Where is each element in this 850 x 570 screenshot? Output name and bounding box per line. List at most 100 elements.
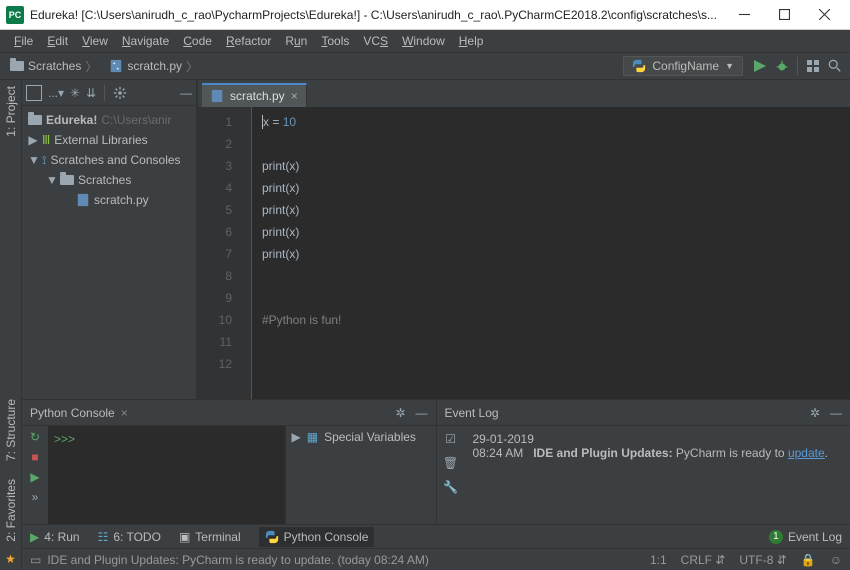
bottom-panels: Python Console × ✲ — ↻ ■ ▶ » (22, 399, 850, 524)
gear-icon[interactable]: ✲ (810, 406, 820, 420)
panel-title: Event Log (445, 406, 499, 420)
gear-icon[interactable] (113, 86, 127, 100)
folder-icon (60, 175, 74, 185)
event-link[interactable]: update (788, 446, 825, 460)
expand-icon[interactable]: ▶ (28, 133, 38, 147)
tool-structure[interactable]: 7: Structure (4, 393, 18, 467)
python-icon (265, 530, 279, 544)
tree-label: External Libraries (54, 133, 147, 147)
eventlog-content[interactable]: 29-01-2019 08:24 AM IDE and Plugin Updat… (465, 426, 850, 524)
event-badge: 1 (769, 530, 783, 544)
more-icon[interactable]: » (32, 490, 39, 504)
trash-icon[interactable]: 🗑 (443, 456, 458, 470)
check-icon[interactable]: ☑ (445, 432, 456, 446)
menu-vcs[interactable]: VCS (357, 32, 394, 50)
tool-run[interactable]: ▶4: Run (30, 530, 80, 544)
search-everywhere-button[interactable] (824, 55, 846, 77)
tree-label: Scratches and Consoles (50, 153, 180, 167)
debug-button[interactable] (771, 55, 793, 77)
maximize-button[interactable] (764, 1, 804, 29)
collapse-icon[interactable]: ▼ (46, 173, 56, 187)
python-icon (632, 59, 646, 73)
run-icon[interactable]: ▶ (30, 470, 39, 484)
rerun-icon[interactable]: ↻ (30, 430, 40, 444)
wrench-icon[interactable]: 🔧 (443, 480, 458, 494)
tree-row[interactable]: ▶ Ⅲ External Libraries (22, 130, 196, 150)
status-caret-pos[interactable]: 1:1 (650, 553, 667, 567)
project-dropdown-icon[interactable]: ...▾ (48, 86, 64, 100)
tool-python-console[interactable]: Python Console (259, 527, 375, 547)
tool-favorites[interactable]: 2: Favorites (4, 473, 18, 548)
collapse-icon[interactable]: ⇊ (86, 86, 96, 100)
run-config-dropdown[interactable]: ConfigName ▼ (623, 56, 743, 76)
minimize-button[interactable] (724, 1, 764, 29)
chevron-right-icon: 〉 (186, 58, 198, 75)
hide-button[interactable]: — (180, 86, 192, 100)
code-area[interactable]: 123456789101112 x = 10 print(x) print(x)… (198, 107, 850, 399)
navigation-bar: Scratches 〉 scratch.py 〉 ConfigName ▼ (0, 52, 850, 80)
event-title: IDE and Plugin Updates: (533, 446, 672, 460)
code-text[interactable]: x = 10 print(x) print(x) print(x) print(… (252, 107, 850, 399)
tool-terminal[interactable]: ▣Terminal (179, 530, 241, 544)
python-file-icon (76, 193, 90, 207)
lock-icon[interactable]: 🔒 (801, 553, 816, 567)
window-title: Edureka! [C:\Users\anirudh_c_rao\Pycharm… (30, 8, 724, 22)
menu-navigate[interactable]: Navigate (116, 32, 175, 50)
menu-code[interactable]: Code (177, 32, 218, 50)
tool-project[interactable]: 1: Project (4, 80, 18, 143)
breadcrumb-root[interactable]: Scratches 〉 (4, 56, 103, 77)
menu-tools[interactable]: Tools (315, 32, 355, 50)
tree-row[interactable]: ▼ ⟟ Scratches and Consoles (22, 150, 196, 170)
status-eol[interactable]: CRLF ⇵ (681, 553, 726, 567)
tree-label: Edureka! (46, 113, 97, 127)
project-tree[interactable]: Edureka! C:\Users\anir ▶ Ⅲ External Libr… (22, 106, 196, 399)
os-titlebar: PC Edureka! [C:\Users\anirudh_c_rao\Pych… (0, 0, 850, 30)
tree-label: scratch.py (94, 193, 149, 207)
collapse-icon[interactable]: ▼ (28, 153, 38, 167)
python-file-icon (109, 59, 123, 73)
breadcrumb-file[interactable]: scratch.py 〉 (103, 56, 204, 77)
gear-icon[interactable]: ✲ (395, 406, 405, 420)
hide-icon[interactable]: — (830, 406, 842, 420)
folder-icon (10, 61, 24, 71)
menu-view[interactable]: View (76, 32, 114, 50)
variables-view[interactable]: ▶ ▦ Special Variables (286, 426, 436, 524)
hector-icon[interactable]: ☺ (830, 553, 842, 567)
event-time: 08:24 AM (473, 446, 524, 460)
close-tab-icon[interactable]: × (291, 89, 298, 103)
status-bar: ▭ IDE and Plugin Updates: PyCharm is rea… (22, 548, 850, 570)
tree-row[interactable]: ▼ Scratches (22, 170, 196, 190)
menu-window[interactable]: Window (396, 32, 451, 50)
run-button[interactable] (749, 55, 771, 77)
scroll-to-source-icon[interactable]: ✳ (70, 86, 80, 100)
layout-icon[interactable] (802, 55, 824, 77)
status-icon[interactable]: ▭ (30, 553, 41, 567)
left-tool-stripe: 1: Project 7: Structure 2: Favorites ★ (0, 80, 22, 570)
editor-tab[interactable]: scratch.py × (202, 83, 307, 107)
menu-edit[interactable]: Edit (41, 32, 74, 50)
tree-row[interactable]: scratch.py (22, 190, 196, 210)
tool-event-log[interactable]: 1Event Log (769, 530, 842, 544)
stop-icon[interactable]: ■ (31, 450, 38, 464)
project-view-icon[interactable] (26, 85, 42, 101)
close-button[interactable] (804, 1, 844, 29)
bottom-toolstrip: ▶4: Run ☷6: TODO ▣Terminal Python Consol… (22, 524, 850, 548)
hide-icon[interactable]: — (416, 406, 428, 420)
menu-run[interactable]: Run (279, 32, 313, 50)
run-config-label: ConfigName (652, 59, 719, 73)
menu-help[interactable]: Help (453, 32, 490, 50)
play-icon: ▶ (292, 430, 301, 444)
variables-label: Special Variables (324, 430, 416, 444)
tool-todo[interactable]: ☷6: TODO (98, 530, 161, 544)
tree-row[interactable]: Edureka! C:\Users\anir (22, 110, 196, 130)
close-panel-icon[interactable]: × (121, 406, 128, 420)
menu-refactor[interactable]: Refactor (220, 32, 277, 50)
console-output[interactable]: >>> (48, 426, 286, 524)
toolbar-separator (797, 57, 798, 75)
eventlog-toolbar: ☑ 🗑 🔧 (437, 426, 465, 524)
menu-file[interactable]: File (8, 32, 39, 50)
app-logo: PC (6, 6, 24, 24)
line-gutter: 123456789101112 (198, 107, 242, 399)
tab-label: scratch.py (230, 89, 285, 103)
status-encoding[interactable]: UTF-8 ⇵ (739, 553, 786, 567)
